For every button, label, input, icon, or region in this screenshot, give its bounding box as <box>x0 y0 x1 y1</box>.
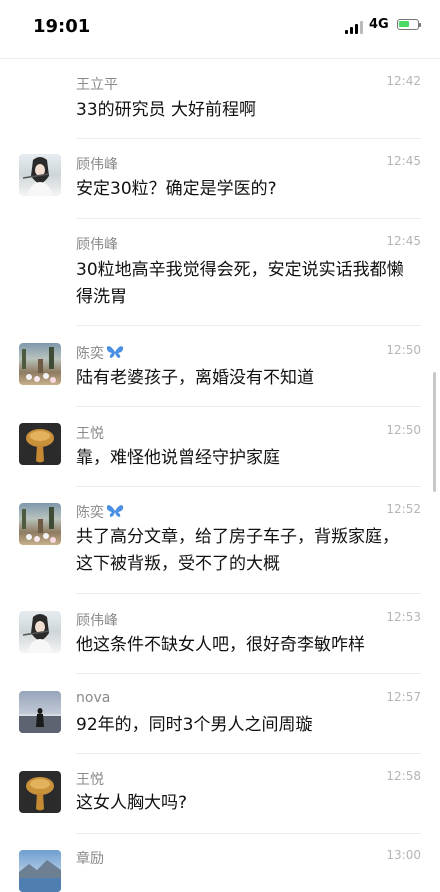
comment-time: 12:53 <box>386 610 421 624</box>
comment-divider <box>76 406 421 407</box>
comment-text: 92年的，同时3个男人之间周璇 <box>76 715 313 735</box>
comment-divider <box>76 593 421 594</box>
network-label: 4G <box>369 17 389 32</box>
comment-divider <box>76 833 421 834</box>
comment-text: 30粒地高辛我觉得会死，安定说实话我都懒得洗胃 <box>76 260 404 307</box>
comment-text: 33的研究员 大好前程啊 <box>76 100 257 120</box>
comment-time: 12:45 <box>386 234 421 248</box>
comment-time: 12:45 <box>386 154 421 168</box>
signal-icon <box>345 20 365 34</box>
comment-author[interactable]: 陈奕 <box>76 343 124 363</box>
comment-time: 12:57 <box>386 690 421 704</box>
avatar[interactable] <box>19 154 61 196</box>
comment-time: 12:52 <box>386 502 421 516</box>
comment-author[interactable]: 王悦 <box>76 423 104 443</box>
comment-author[interactable]: 顾伟峰 <box>76 154 118 174</box>
avatar[interactable] <box>19 611 61 653</box>
comment-text: 陆有老婆孩子，离婚没有不知道 <box>76 368 314 388</box>
comment-text: 安定30粒？确定是学医的? <box>76 179 277 199</box>
status-bar: 19:01 4G <box>0 0 440 58</box>
comment-time: 12:58 <box>386 769 421 783</box>
comment-divider <box>76 218 421 219</box>
comment-text: 他这条件不缺女人吧，很好奇李敏咋样 <box>76 635 365 655</box>
comment-text: 共了高分文章，给了房子车子，背叛家庭，这下被背叛，受不了的大概 <box>76 527 399 574</box>
comment-author[interactable]: 王悦 <box>76 769 104 789</box>
avatar[interactable] <box>19 423 61 465</box>
comment-author[interactable]: 陈奕 <box>76 502 124 522</box>
avatar[interactable] <box>19 771 61 813</box>
avatar[interactable] <box>19 850 61 892</box>
comment-author[interactable]: nova <box>76 690 110 706</box>
top-divider <box>0 58 440 59</box>
comment-time: 12:50 <box>386 343 421 357</box>
comment-divider <box>76 325 421 326</box>
comment-text: 这女人胸大吗? <box>76 793 188 813</box>
comment-divider <box>76 753 421 754</box>
avatar[interactable] <box>19 343 61 385</box>
comment-time: 13:00 <box>386 848 421 862</box>
comment-time: 12:42 <box>386 74 421 88</box>
comment-divider <box>76 486 421 487</box>
comment-text: 靠，难怪他说曾经守护家庭 <box>76 448 280 468</box>
comment-author[interactable]: 顾伟峰 <box>76 610 118 630</box>
comment-divider <box>76 673 421 674</box>
avatar[interactable] <box>19 503 61 545</box>
scrollbar[interactable] <box>433 372 436 492</box>
comment-author[interactable]: 顾伟峰 <box>76 234 118 254</box>
butterfly-icon <box>106 346 124 358</box>
battery-icon <box>397 19 421 30</box>
comment-author[interactable]: 章励 <box>76 848 104 868</box>
comment-divider <box>76 138 421 139</box>
butterfly-icon <box>106 505 124 517</box>
status-time: 19:01 <box>33 16 91 37</box>
comment-time: 12:50 <box>386 423 421 437</box>
avatar[interactable] <box>19 691 61 733</box>
comment-author[interactable]: 王立平 <box>76 74 118 94</box>
